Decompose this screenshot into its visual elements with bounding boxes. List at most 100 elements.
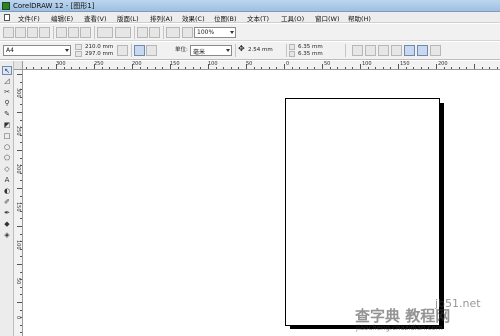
h-ruler-tick (261, 67, 263, 69)
undo-icon[interactable] (97, 27, 113, 38)
property-bar: A4 210.0 mm 297.0 mm 单位: 毫米 ✥ 2.54 mm 6.… (0, 42, 500, 60)
snap-to-guidelines-icon[interactable] (365, 45, 376, 56)
zoom-level-field[interactable]: 100% (194, 27, 236, 38)
document-icon[interactable] (4, 14, 10, 21)
h-ruler-tick (443, 67, 445, 69)
chevron-down-icon[interactable] (226, 49, 230, 52)
interactive-blend-tool-icon[interactable]: ◐ (2, 187, 12, 196)
portrait-icon[interactable] (117, 45, 128, 56)
menu-edit[interactable]: 编辑(E) (51, 13, 73, 23)
page-width-value[interactable]: 210.0 mm (85, 44, 113, 50)
rectangle-tool-icon[interactable]: □ (2, 132, 12, 141)
polygon-tool-icon[interactable]: ⬠ (2, 154, 12, 163)
text-tool-icon[interactable]: A (2, 176, 12, 185)
pick-tool-icon[interactable]: ↖ (2, 66, 12, 75)
h-ruler-tick (420, 67, 422, 69)
shape-tool-icon[interactable]: ◿ (2, 77, 12, 86)
paper-type-select[interactable]: A4 (3, 45, 71, 56)
title-bar: CorelDRAW 12 - [图形1] (0, 0, 500, 12)
duplicate-x-value[interactable]: 6.35 mm (298, 44, 323, 50)
all-pages-icon[interactable] (134, 45, 145, 56)
save-icon[interactable] (27, 27, 38, 38)
snap-to-objects-icon[interactable] (378, 45, 389, 56)
h-ruler-tick (200, 67, 202, 69)
paste-icon[interactable] (80, 27, 91, 38)
copy-icon[interactable] (68, 27, 79, 38)
v-ruler-tick (17, 264, 22, 265)
v-ruler-tick (17, 302, 22, 303)
v-ruler-tick (20, 241, 22, 243)
interactive-fill-tool-icon[interactable]: ◈ (2, 231, 12, 240)
open-icon[interactable] (15, 27, 26, 38)
chevron-down-icon[interactable] (65, 49, 69, 52)
current-page-icon[interactable] (146, 45, 157, 56)
menu-help[interactable]: 帮助(H) (348, 13, 371, 23)
menu-layout[interactable]: 版面(L) (117, 13, 139, 23)
zoom-tool-icon[interactable]: ⚲ (2, 99, 12, 108)
duplicate-y-value[interactable]: 6.35 mm (298, 51, 323, 57)
draw-complex-icon[interactable] (417, 45, 428, 56)
horizontal-ruler[interactable]: 300 250 200 150 100 50 0 50 100 150 200 (14, 61, 500, 70)
toolbar-separator (235, 44, 236, 57)
v-ruler-tick (20, 127, 22, 129)
h-ruler-tick (170, 64, 171, 69)
toolbar-separator (131, 44, 132, 57)
application-launcher-icon[interactable] (166, 27, 180, 38)
menu-tools[interactable]: 工具(O) (281, 13, 304, 23)
h-ruler-tick (367, 67, 369, 69)
options-icon[interactable] (430, 45, 441, 56)
v-ruler-tick (20, 248, 22, 250)
standard-toolbar: 100% (0, 24, 500, 41)
coreldraw-app-icon (2, 2, 10, 10)
page-a4[interactable] (285, 98, 440, 326)
menu-arrange[interactable]: 排列(A) (150, 13, 173, 23)
snap-to-grid-icon[interactable] (352, 45, 363, 56)
v-ruler-tick (20, 279, 22, 281)
h-ruler-tick (25, 67, 27, 69)
h-ruler-tick (78, 67, 80, 69)
fill-tool-icon[interactable]: ◆ (2, 220, 12, 229)
h-ruler-tick (458, 67, 460, 69)
cut-icon[interactable] (56, 27, 67, 38)
h-ruler-tick (314, 67, 316, 69)
menu-bitmaps[interactable]: 位图(B) (214, 13, 237, 23)
v-ruler-tick (20, 256, 22, 258)
menu-view[interactable]: 查看(V) (84, 13, 107, 23)
page-height-value[interactable]: 297.0 mm (85, 51, 113, 57)
basic-shapes-tool-icon[interactable]: ◇ (2, 165, 12, 174)
chevron-down-icon[interactable] (230, 31, 234, 34)
ellipse-tool-icon[interactable]: ○ (2, 143, 12, 152)
v-ruler-tick (20, 172, 22, 174)
outline-tool-icon[interactable]: ✒ (2, 209, 12, 218)
ruler-origin-corner[interactable] (14, 61, 23, 70)
crop-tool-icon[interactable]: ✂ (2, 88, 12, 97)
page-shadow-right (440, 103, 444, 329)
eyedropper-tool-icon[interactable]: ✐ (2, 198, 12, 207)
vertical-ruler[interactable]: 300 250 200 150 100 50 0 (14, 70, 23, 336)
redo-icon[interactable] (115, 27, 131, 38)
treat-as-filled-icon[interactable] (404, 45, 415, 56)
v-ruler-tick (20, 134, 22, 136)
h-ruler-tick (253, 67, 255, 69)
menu-window[interactable]: 窗口(W) (315, 13, 340, 23)
menu-file[interactable]: 文件(F) (18, 13, 40, 23)
h-ruler-tick (489, 67, 491, 69)
h-ruler-tick (185, 67, 187, 69)
h-ruler-tick (154, 67, 156, 69)
smart-fill-tool-icon[interactable]: ◩ (2, 121, 12, 130)
corel-online-icon[interactable] (182, 27, 193, 38)
nudge-distance-value[interactable]: 2.54 mm (248, 47, 273, 53)
new-icon[interactable] (3, 27, 14, 38)
export-icon[interactable] (149, 27, 160, 38)
import-icon[interactable] (137, 27, 148, 38)
menu-effects[interactable]: 效果(C) (182, 13, 205, 23)
units-select[interactable]: 毫米 (190, 45, 232, 56)
v-ruler-tick (20, 203, 22, 205)
v-ruler-tick (20, 218, 22, 220)
menu-text[interactable]: 文本(T) (247, 13, 269, 23)
freehand-tool-icon[interactable]: ✎ (2, 110, 12, 119)
print-icon[interactable] (39, 27, 50, 38)
v-ruler-tick (20, 180, 22, 182)
v-ruler-tick (20, 233, 22, 235)
dynamic-guides-icon[interactable] (391, 45, 402, 56)
